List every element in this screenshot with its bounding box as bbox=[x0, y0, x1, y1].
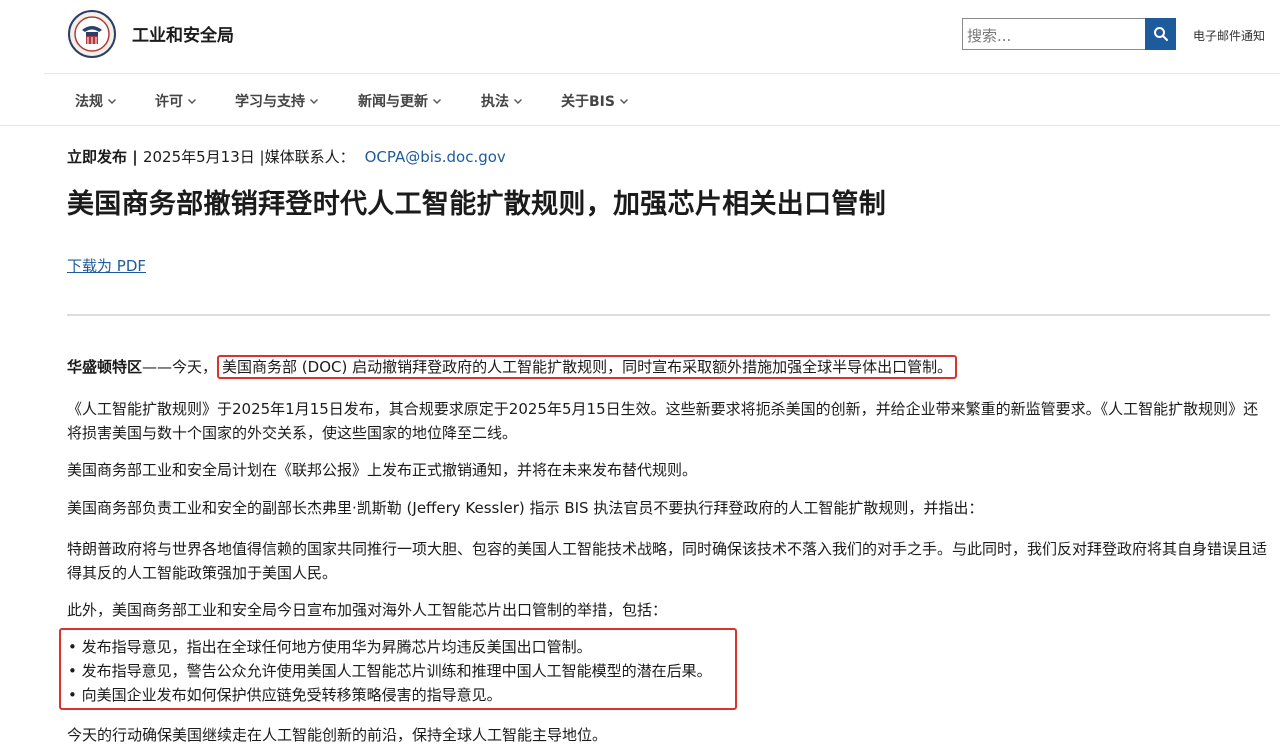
nav-item-label: 新闻与更新 bbox=[358, 94, 428, 110]
nav-item-label: 许可 bbox=[155, 94, 183, 110]
chevron-down-icon bbox=[433, 99, 441, 104]
nav-item-label: 学习与支持 bbox=[235, 94, 305, 110]
bis-seal-icon[interactable] bbox=[68, 10, 116, 58]
search-button[interactable] bbox=[1145, 18, 1176, 50]
chevron-down-icon bbox=[619, 99, 628, 104]
paragraph-5: 特朗普政府将与世界各地值得信赖的国家共同推行一项大胆、包容的美国人工智能技术战略… bbox=[67, 540, 1268, 582]
list-item: • 发布指导意见，警告公众允许使用美国人工智能芯片训练和推理中国人工智能模型的潜… bbox=[68, 662, 712, 680]
email-alerts-link[interactable]: 电子邮件通知 bbox=[1193, 27, 1265, 44]
chevron-down-icon bbox=[188, 99, 196, 104]
nav-item-label: 关于BIS bbox=[561, 94, 615, 110]
dateline: 华盛顿特区 bbox=[67, 358, 143, 376]
site-header: 工业和安全局 搜索... 电子邮件通知 bbox=[0, 0, 1280, 74]
nav-item-label: 法规 bbox=[75, 94, 103, 110]
paragraph-lead: 华盛顿特区——今天， 美国商务部 (DOC) 启动撤销拜登政府的人工智能扩散规则，… bbox=[67, 355, 1267, 379]
site-title[interactable]: 工业和安全局 bbox=[132, 21, 234, 46]
nav-item-regulations[interactable]: 法规 bbox=[75, 91, 117, 111]
nav-item-label: 执法 bbox=[481, 94, 509, 110]
release-meta: 立即发布 | 2025年5月13日 |媒体联系人： OCPA@bis.doc.go… bbox=[67, 148, 506, 166]
paragraph-7: 今天的行动确保美国继续走在人工智能创新的前沿，保持全球人工智能主导地位。 bbox=[67, 726, 608, 744]
header-divider bbox=[44, 73, 1280, 74]
chevron-down-icon bbox=[310, 99, 318, 104]
chevron-down-icon bbox=[108, 99, 116, 104]
lead-text: ——今天， bbox=[142, 358, 218, 376]
paragraph-3: 美国商务部工业和安全局计划在《联邦公报》上发布正式撤销通知，并将在未来发布替代规… bbox=[67, 461, 698, 479]
paragraph-4: 美国商务部负责工业和安全的副部长杰弗里·凯斯勒 (Jeffery Kessler… bbox=[67, 499, 984, 517]
contact-email-link[interactable]: OCPA@bis.doc.gov bbox=[365, 148, 506, 166]
nav-item-news-updates[interactable]: 新闻与更新 bbox=[358, 91, 442, 111]
main-nav: 法规 许可 学习与支持 新闻与更新 执法 关于BIS bbox=[0, 75, 1280, 126]
release-date: 2025年5月13日 bbox=[142, 148, 255, 166]
page-title: 美国商务部撤销拜登时代人工智能扩散规则，加强芯片相关出口管制 bbox=[67, 189, 886, 220]
nav-item-about-bis[interactable]: 关于BIS bbox=[561, 91, 629, 111]
highlighted-text: 美国商务部 (DOC) 启动撤销拜登政府的人工智能扩散规则，同时宣布采取额外措施… bbox=[217, 355, 958, 379]
list-item: • 向美国企业发布如何保护供应链免受转移策略侵害的指导意见。 bbox=[68, 686, 502, 704]
release-label: 立即发布 bbox=[67, 148, 128, 166]
search-input[interactable]: 搜索... bbox=[962, 18, 1145, 50]
nav-divider bbox=[0, 125, 1280, 126]
list-item: • 发布指导意见，指出在全球任何地方使用华为昇腾芯片均违反美国出口管制。 bbox=[68, 638, 592, 656]
contact-label: |媒体联系人： bbox=[259, 148, 355, 166]
paragraph-2: 《人工智能扩散规则》于2025年1月15日发布，其合规要求原定于2025年5月1… bbox=[67, 400, 1259, 442]
chevron-down-icon bbox=[514, 99, 522, 104]
paragraph-6: 此外，美国商务部工业和安全局今日宣布加强对海外人工智能芯片出口管制的举措，包括： bbox=[67, 601, 668, 619]
nav-item-enforcement[interactable]: 执法 bbox=[481, 91, 523, 111]
content-divider bbox=[67, 314, 1270, 316]
search-icon bbox=[1153, 27, 1168, 41]
nav-item-learn-support[interactable]: 学习与支持 bbox=[235, 91, 319, 111]
nav-item-licensing[interactable]: 许可 bbox=[155, 91, 197, 111]
download-pdf-link[interactable]: 下载为 PDF bbox=[67, 255, 146, 276]
